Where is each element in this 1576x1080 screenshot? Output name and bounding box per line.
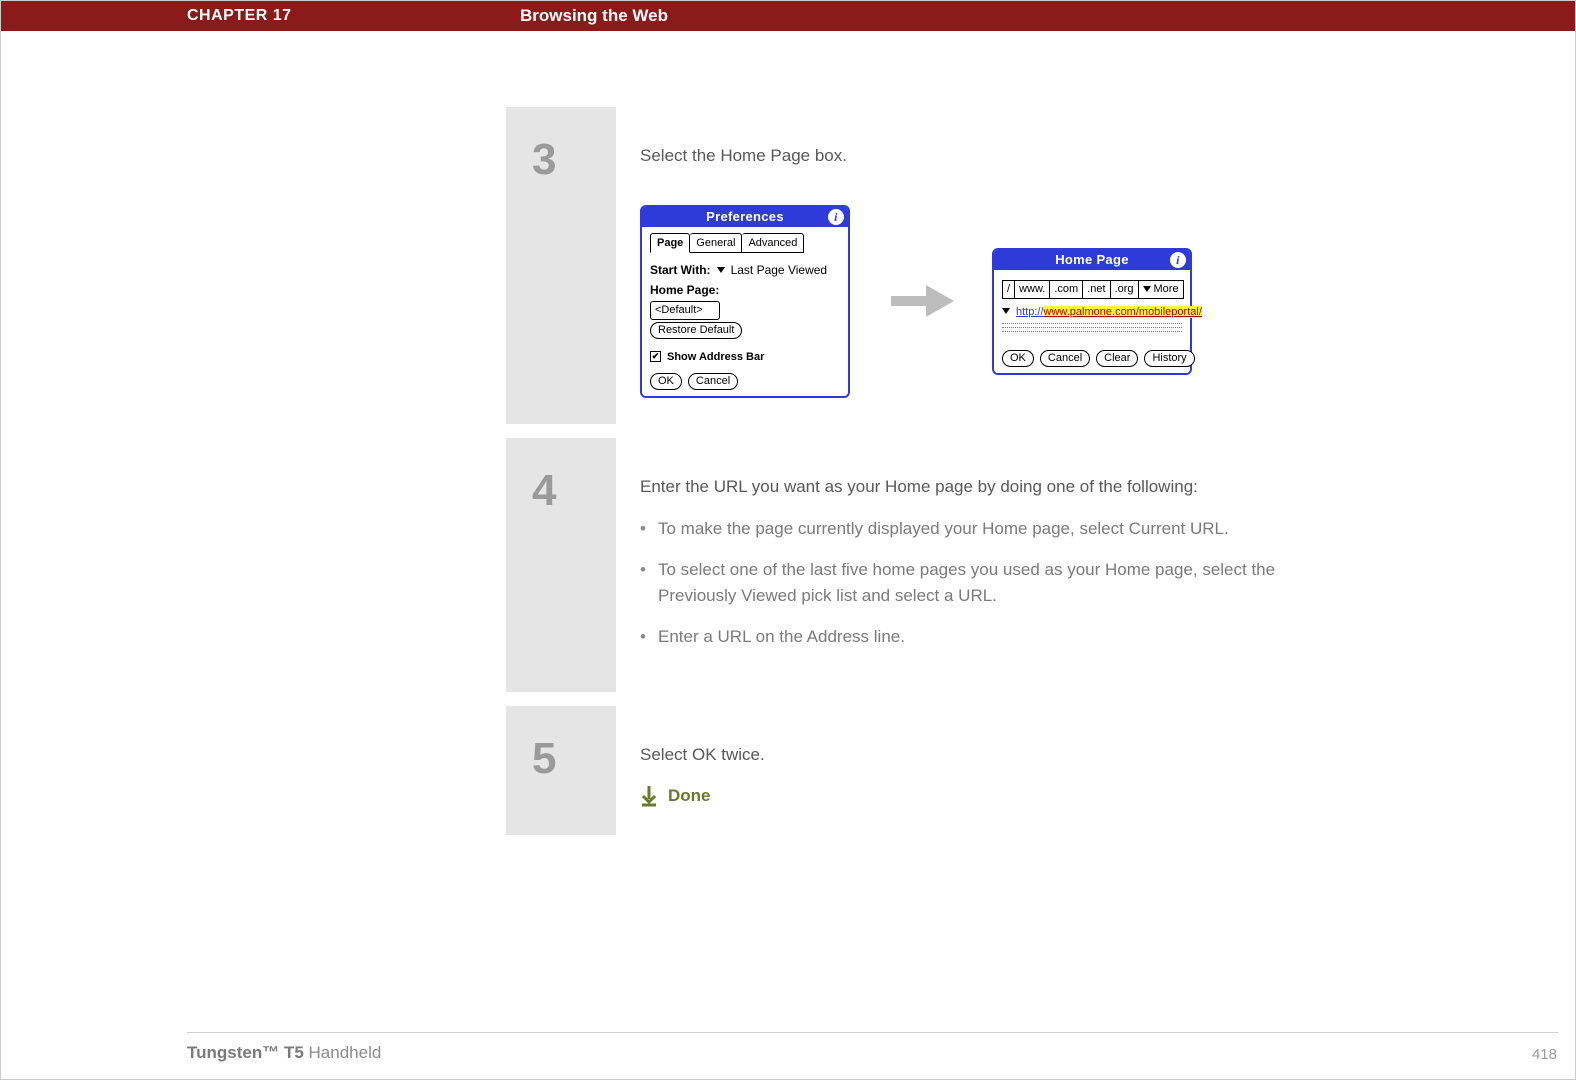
step-number: 5 — [506, 706, 616, 835]
page-number: 418 — [1532, 1046, 1557, 1063]
step-5-lead: Select OK twice. — [640, 742, 1280, 768]
tab-general[interactable]: General — [690, 233, 742, 254]
home-page-label: Home Page: — [650, 281, 719, 299]
chapter-label: CHAPTER 17 — [187, 1, 292, 31]
tab-page[interactable]: Page — [650, 233, 690, 254]
prefs-title: Preferences i — [642, 207, 848, 227]
dropdown-icon[interactable] — [717, 267, 725, 273]
home-page-panel: Home Page i / www. .com .net .org More — [992, 248, 1192, 375]
step-4: 4 Enter the URL you want as your Home pa… — [506, 438, 1296, 692]
home-body: / www. .com .net .org More http://www.pa… — [994, 270, 1190, 373]
home-history-button[interactable]: History — [1144, 350, 1194, 367]
home-page-value[interactable]: <Default> — [650, 301, 720, 320]
product-strong: Tungsten™ T5 — [187, 1043, 304, 1062]
info-icon[interactable]: i — [1170, 252, 1186, 268]
home-title-text: Home Page — [1055, 250, 1129, 270]
footer-divider — [187, 1032, 1559, 1033]
footer-product: Tungsten™ T5 Handheld — [187, 1043, 381, 1063]
show-addr-checkbox[interactable]: ✔ — [650, 351, 661, 362]
step-3-screenshots: Preferences i Page General Advanced Star… — [640, 205, 1280, 399]
step-3-lead: Select the Home Page box. — [640, 143, 1280, 169]
url-buttons: / www. .com .net .org More — [1002, 280, 1182, 299]
steps: 3 Select the Home Page box. Preferences … — [506, 107, 1296, 849]
url-net-button[interactable]: .net — [1083, 280, 1110, 299]
step-3: 3 Select the Home Page box. Preferences … — [506, 107, 1296, 424]
product-rest: Handheld — [304, 1043, 382, 1062]
prefs-body: Page General Advanced Start With: Last P… — [642, 227, 848, 397]
arrow-right-icon — [886, 281, 956, 321]
step-number: 3 — [506, 107, 616, 424]
url-more-label: More — [1154, 281, 1179, 298]
step-number: 4 — [506, 438, 616, 692]
step-4-bullets: To make the page currently displayed you… — [640, 516, 1280, 650]
prefs-cancel-button[interactable]: Cancel — [688, 373, 738, 390]
url-prefix: http:// — [1016, 306, 1044, 318]
bullet: Enter a URL on the Address line. — [640, 624, 1280, 650]
url-more-button[interactable]: More — [1139, 280, 1184, 299]
home-clear-button[interactable]: Clear — [1096, 350, 1138, 367]
url-org-button[interactable]: .org — [1111, 280, 1139, 299]
start-with-label: Start With: — [650, 261, 711, 279]
url-www-button[interactable]: www. — [1015, 280, 1050, 299]
home-title: Home Page i — [994, 250, 1190, 270]
prefs-tabs: Page General Advanced — [650, 233, 840, 254]
dotted-line — [1002, 331, 1182, 332]
url-slash-button[interactable]: / — [1002, 280, 1015, 299]
prefs-ok-button[interactable]: OK — [650, 373, 682, 390]
chapter-title: Browsing the Web — [520, 1, 668, 31]
dotted-line — [1002, 327, 1182, 328]
home-cancel-button[interactable]: Cancel — [1040, 350, 1090, 367]
step-4-lead: Enter the URL you want as your Home page… — [640, 474, 1280, 500]
info-icon[interactable]: i — [828, 209, 844, 225]
history-dropdown-icon[interactable] — [1002, 308, 1010, 314]
step-5: 5 Select OK twice. Done — [506, 706, 1296, 835]
url-com-button[interactable]: .com — [1050, 280, 1083, 299]
url-highlight: www.palmone.com/mobileportal/ — [1044, 306, 1202, 318]
home-ok-button[interactable]: OK — [1002, 350, 1034, 367]
done-line: Done — [640, 783, 1280, 809]
dotted-line — [1002, 323, 1182, 324]
restore-default-button[interactable]: Restore Default — [650, 322, 742, 339]
prefs-panel: Preferences i Page General Advanced Star… — [640, 205, 850, 399]
prefs-title-text: Preferences — [706, 207, 784, 227]
dropdown-icon — [1143, 286, 1151, 292]
done-label: Done — [668, 783, 711, 809]
tab-advanced[interactable]: Advanced — [742, 233, 804, 254]
bullet: To select one of the last five home page… — [640, 557, 1280, 608]
down-arrow-icon — [640, 785, 658, 807]
url-field[interactable]: http://www.palmone.com/mobileportal/ — [1016, 305, 1202, 320]
bullet: To make the page currently displayed you… — [640, 516, 1280, 542]
start-with-value[interactable]: Last Page Viewed — [731, 261, 828, 279]
show-addr-label: Show Address Bar — [667, 349, 764, 366]
